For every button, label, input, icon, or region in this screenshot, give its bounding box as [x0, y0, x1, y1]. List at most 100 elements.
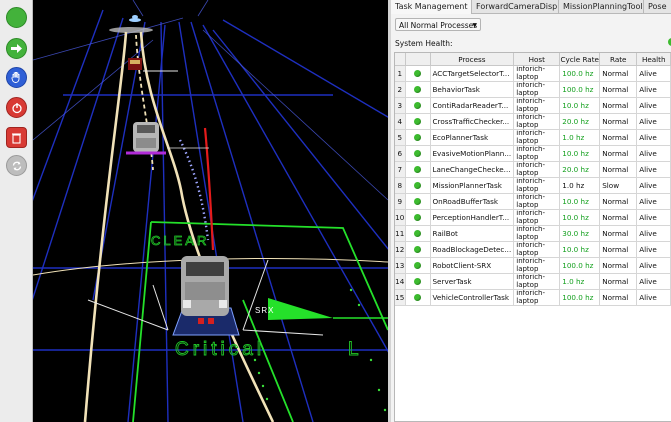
row-index: 2 — [395, 81, 406, 98]
play-icon[interactable] — [6, 7, 27, 28]
row-cycle-rate: 10.0 hz — [559, 97, 601, 114]
row-health: Alive — [636, 145, 671, 162]
row-cycle-rate: 30.0 hz — [559, 225, 601, 242]
row-cycle-rate: 10.0 hz — [559, 209, 601, 226]
column-header-process[interactable]: Process — [430, 53, 515, 66]
tab-forward-camera-display[interactable]: ForwardCameraDisplay — [472, 0, 559, 13]
lead-vehicle — [126, 122, 209, 155]
status-ok-icon — [414, 278, 421, 286]
table-row[interactable]: 1 ACCTargetSelectorT... inforich-laptop 100… — [395, 65, 671, 82]
row-process-name: BehaviorTask — [430, 81, 515, 98]
row-status-indicator — [405, 241, 431, 258]
tab-task-management[interactable]: Task Management — [391, 0, 472, 14]
row-process-name: VehicleControllerTask — [430, 289, 515, 306]
table-header-row: Process Host Cycle Rate Rate Health — [395, 53, 671, 66]
row-rate: Normal — [599, 193, 638, 210]
row-rate: Normal — [599, 273, 638, 290]
row-host: inforich-laptop — [513, 177, 561, 194]
tab-mission-planning-tool[interactable]: MissionPlanningTool — [559, 0, 644, 13]
row-status-indicator — [405, 209, 431, 226]
row-host: inforich-laptop — [513, 193, 561, 210]
process-filter-value: All Normal Processes — [399, 21, 478, 30]
table-row[interactable]: 10 PerceptionHandlerT... inforich-laptop 10… — [395, 209, 671, 226]
row-cycle-rate: 10.0 hz — [559, 241, 601, 258]
table-row[interactable]: 15 VehicleControllerTask inforich-laptop 10… — [395, 289, 671, 306]
row-rate: Normal — [599, 209, 638, 226]
reset-icon[interactable] — [6, 155, 27, 176]
row-health: Alive — [636, 97, 671, 114]
column-header-cycle-rate[interactable]: Cycle Rate — [559, 53, 601, 66]
table-row[interactable]: 11 RailBot inforich-laptop 30.0 hz Normal Ali… — [395, 225, 671, 242]
status-ok-icon — [414, 150, 421, 158]
column-header-rate[interactable]: Rate — [599, 53, 638, 66]
srx-sensor-cone — [268, 298, 333, 320]
tab-bar: Task Management ForwardCameraDisplay Mis… — [391, 0, 671, 14]
zone-label-critical: Critical — [175, 339, 265, 360]
row-process-name: MissionPlannerTask — [430, 177, 515, 194]
stop-hand-icon[interactable] — [6, 67, 27, 88]
row-process-name: ContiRadarReaderT... — [430, 97, 515, 114]
process-filter-dropdown[interactable]: All Normal Processes ▼ — [395, 18, 481, 31]
table-row[interactable]: 6 EvasiveMotionPlann... inforich-laptop 10.… — [395, 145, 671, 162]
table-row[interactable]: 4 CrossTrafficChecker... inforich-laptop 20… — [395, 113, 671, 130]
row-health: Alive — [636, 161, 671, 178]
row-health: Alive — [636, 65, 671, 82]
zone-label-l: L — [348, 339, 359, 360]
trash-icon[interactable] — [6, 127, 27, 148]
zone-label-clear: CLEAR — [151, 233, 209, 248]
row-process-name: RobotClient-SRX — [430, 257, 515, 274]
process-table: Process Host Cycle Rate Rate Health 1 ACC… — [394, 52, 671, 422]
table-row[interactable]: 2 BehaviorTask inforich-laptop 100.0 hz Norm… — [395, 81, 671, 98]
3d-visualization-viewport[interactable]: CLEAR Critical L SRX — [33, 0, 388, 422]
row-health: Alive — [636, 241, 671, 258]
row-host: inforich-laptop — [513, 273, 561, 290]
status-ok-icon — [414, 86, 421, 94]
status-ok-icon — [414, 118, 421, 126]
column-header-index[interactable] — [395, 53, 406, 66]
table-row[interactable]: 13 RobotClient-SRX inforich-laptop 100.0 hz… — [395, 257, 671, 274]
table-row[interactable]: 5 EcoPlannerTask inforich-laptop 1.0 hz Norm… — [395, 129, 671, 146]
table-row[interactable]: 7 LaneChangeChecke... inforich-laptop 20.0 … — [395, 161, 671, 178]
column-header-host[interactable]: Host — [513, 53, 561, 66]
row-cycle-rate: 100.0 hz — [559, 289, 601, 306]
step-forward-icon[interactable] — [6, 38, 27, 59]
row-rate: Normal — [599, 65, 638, 82]
row-status-indicator — [405, 273, 431, 290]
row-index: 15 — [395, 289, 406, 306]
table-row[interactable]: 12 RoadBlockageDetec... inforich-laptop 10.… — [395, 241, 671, 258]
table-row[interactable]: 8 MissionPlannerTask inforich-laptop 1.0 hz… — [395, 177, 671, 194]
row-host: inforich-laptop — [513, 129, 561, 146]
row-cycle-rate: 10.0 hz — [559, 193, 601, 210]
column-header-health[interactable]: Health — [636, 53, 671, 66]
table-row[interactable]: 9 OnRoadBufferTask inforich-laptop 10.0 hz N… — [395, 193, 671, 210]
status-ok-icon — [414, 294, 421, 302]
row-rate: Normal — [599, 113, 638, 130]
row-host: inforich-laptop — [513, 81, 561, 98]
row-status-indicator — [405, 225, 431, 242]
row-cycle-rate: 10.0 hz — [559, 145, 601, 162]
row-cycle-rate: 20.0 hz — [559, 113, 601, 130]
row-status-indicator — [405, 97, 431, 114]
row-cycle-rate: 1.0 hz — [559, 273, 601, 290]
row-rate: Normal — [599, 81, 638, 98]
tab-pose[interactable]: Pose — [644, 0, 671, 13]
column-header-status[interactable] — [405, 53, 431, 66]
row-host: inforich-laptop — [513, 113, 561, 130]
row-cycle-rate: 100.0 hz — [559, 81, 601, 98]
row-health: Alive — [636, 193, 671, 210]
row-host: inforich-laptop — [513, 209, 561, 226]
status-ok-icon — [414, 182, 421, 190]
row-process-name: ServerTask — [430, 273, 515, 290]
row-process-name: EcoPlannerTask — [430, 129, 515, 146]
row-process-name: CrossTrafficChecker... — [430, 113, 515, 130]
row-rate: Normal — [599, 225, 638, 242]
tool-sidebar — [0, 0, 33, 422]
row-rate: Normal — [599, 145, 638, 162]
row-cycle-rate: 20.0 hz — [559, 161, 601, 178]
row-host: inforich-laptop — [513, 241, 561, 258]
table-row[interactable]: 3 ContiRadarReaderT... inforich-laptop 10.0… — [395, 97, 671, 114]
table-row[interactable]: 14 ServerTask inforich-laptop 1.0 hz Normal A… — [395, 273, 671, 290]
row-cycle-rate: 1.0 hz — [559, 177, 601, 194]
emergency-stop-icon[interactable] — [6, 97, 27, 118]
row-index: 11 — [395, 225, 406, 242]
